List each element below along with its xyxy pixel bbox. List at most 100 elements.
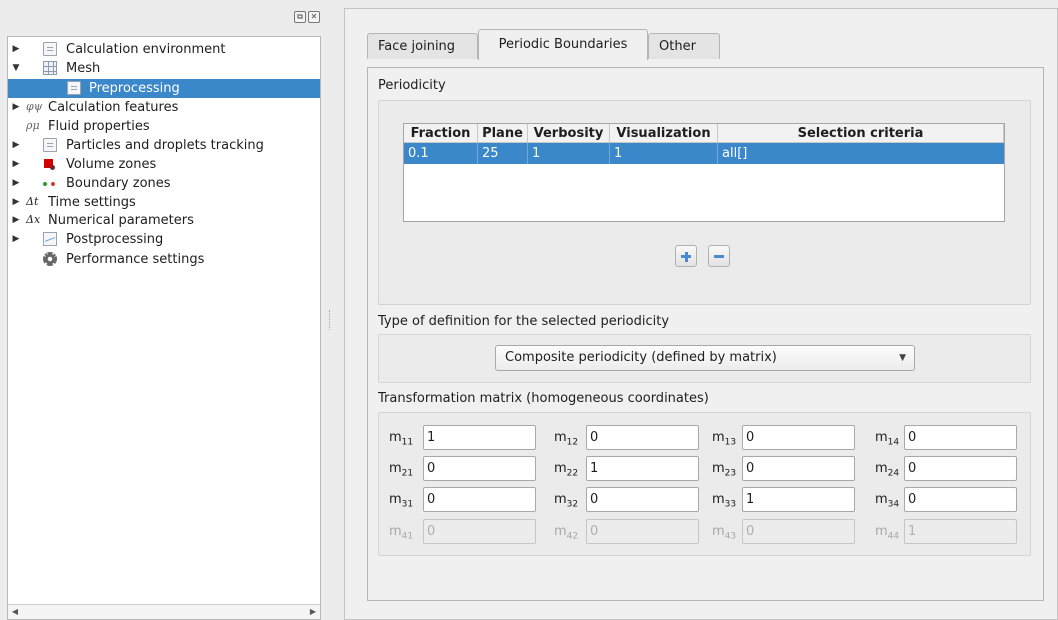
matrix-input-m33[interactable] <box>742 487 855 512</box>
expand-arrow-icon[interactable]: ▶ <box>11 155 21 174</box>
close-dock-button[interactable]: ✕ <box>308 11 320 23</box>
matrix-label-m31: m31 <box>389 492 414 510</box>
periodicity-type-select[interactable]: Composite periodicity (defined by matrix… <box>495 345 915 371</box>
tree-item-label: Boundary zones <box>66 176 171 191</box>
column-header-visualization[interactable]: Visualization <box>610 124 718 143</box>
matrix-label-m24: m24 <box>875 461 900 479</box>
tree-item-label: Fluid properties <box>48 119 150 134</box>
column-header-selection-criteria[interactable]: Selection criteria <box>718 124 1004 143</box>
periodicity-table[interactable]: Fraction Plane Verbosity Visualization S… <box>403 123 1005 222</box>
splitter-handle[interactable] <box>329 310 332 330</box>
expand-arrow-icon[interactable]: ▶ <box>11 174 21 193</box>
column-header-plane[interactable]: Plane <box>478 124 528 143</box>
collapse-arrow-icon[interactable]: ▼ <box>11 59 21 78</box>
matrix-label-m11: m11 <box>389 430 414 448</box>
periodicity-type-value: Composite periodicity (defined by matrix… <box>505 350 777 365</box>
tab-periodic-boundaries[interactable]: Periodic Boundaries <box>478 29 648 60</box>
column-header-fraction[interactable]: Fraction <box>404 124 478 143</box>
expand-arrow-icon[interactable]: ▶ <box>11 193 21 212</box>
tree-item-fluid-properties[interactable]: ρμ Fluid properties <box>8 117 320 136</box>
float-dock-button[interactable]: ⧉ <box>294 11 306 23</box>
matrix-label-m42: m42 <box>554 524 579 542</box>
scroll-right-icon[interactable]: ▶ <box>306 605 320 619</box>
add-periodicity-button[interactable] <box>675 245 697 267</box>
cell-selection-criteria[interactable]: all[] <box>718 143 1004 164</box>
delta-t-icon: Δt <box>26 195 39 208</box>
expand-arrow-icon[interactable]: ▶ <box>11 98 21 117</box>
document-icon <box>43 42 57 56</box>
column-header-verbosity[interactable]: Verbosity <box>528 124 610 143</box>
gear-icon <box>43 252 57 266</box>
matrix-input-m44 <box>904 519 1017 544</box>
matrix-input-m23[interactable] <box>742 456 855 481</box>
tree-item-time-settings[interactable]: ▶ Δt Time settings <box>8 193 320 212</box>
tab-other[interactable]: Other <box>648 33 720 59</box>
matrix-label-m21: m21 <box>389 461 414 479</box>
tree-item-label: Time settings <box>48 195 136 210</box>
matrix-input-m13[interactable] <box>742 425 855 450</box>
tree-item-calculation-environment[interactable]: ▶ Calculation environment <box>8 40 320 59</box>
document-icon <box>67 81 81 95</box>
tree-item-label: Volume zones <box>66 157 157 172</box>
delta-x-icon: Δx <box>26 213 41 226</box>
postprocessing-icon <box>43 232 57 246</box>
matrix-input-m14[interactable] <box>904 425 1017 450</box>
matrix-label-m33: m33 <box>712 492 737 510</box>
document-icon <box>43 138 57 152</box>
matrix-label-m12: m12 <box>554 430 579 448</box>
tree-item-calculation-features[interactable]: ▶ φψ Calculation features <box>8 98 320 117</box>
navigation-tree[interactable]: ▶ Calculation environment ▼ Mesh Preproc… <box>7 36 321 620</box>
tree-item-label: Performance settings <box>66 252 205 267</box>
horizontal-scrollbar[interactable]: ◀ ▶ <box>8 604 320 619</box>
tree-item-boundary-zones[interactable]: ▶ Boundary zones <box>8 174 320 193</box>
expand-arrow-icon[interactable]: ▶ <box>11 136 21 155</box>
matrix-input-m34[interactable] <box>904 487 1017 512</box>
scroll-left-icon[interactable]: ◀ <box>8 605 22 619</box>
matrix-label-m43: m43 <box>712 524 737 542</box>
tree-item-label: Calculation features <box>48 100 179 115</box>
matrix-input-m24[interactable] <box>904 456 1017 481</box>
tree-item-volume-zones[interactable]: ▶ Volume zones <box>8 155 320 174</box>
expand-arrow-icon[interactable]: ▶ <box>11 230 21 249</box>
tree-item-label: Mesh <box>66 61 101 76</box>
matrix-input-m12[interactable] <box>586 425 699 450</box>
cell-plane[interactable]: 25 <box>478 143 528 164</box>
tree-item-label: Numerical parameters <box>48 213 194 228</box>
boundary-zones-icon <box>43 177 57 191</box>
matrix-label-m44: m44 <box>875 524 900 542</box>
matrix-label-m34: m34 <box>875 492 900 510</box>
tree-item-label: Postprocessing <box>66 232 164 247</box>
tree-item-label: Preprocessing <box>89 81 180 96</box>
definition-type-label: Type of definition for the selected peri… <box>378 314 670 329</box>
volume-zones-icon <box>44 159 55 170</box>
chevron-down-icon: ▼ <box>899 353 906 363</box>
tree-item-performance-settings[interactable]: Performance settings <box>8 250 320 269</box>
cell-fraction[interactable]: 0.1 <box>404 143 478 164</box>
tree-item-particles-droplets[interactable]: ▶ Particles and droplets tracking <box>8 136 320 155</box>
phi-psi-icon: φψ <box>26 100 43 113</box>
matrix-input-m22[interactable] <box>586 456 699 481</box>
periodicity-title: Periodicity <box>378 78 446 93</box>
matrix-input-m32[interactable] <box>586 487 699 512</box>
dock-title-buttons: ⧉ ✕ <box>294 11 320 23</box>
matrix-input-m43 <box>742 519 855 544</box>
tree-item-mesh[interactable]: ▼ Mesh <box>8 59 320 78</box>
cell-visualization[interactable]: 1 <box>610 143 718 164</box>
remove-periodicity-button[interactable] <box>708 245 730 267</box>
expand-arrow-icon[interactable]: ▶ <box>11 40 21 59</box>
matrix-input-m31[interactable] <box>423 487 536 512</box>
expand-arrow-icon[interactable]: ▶ <box>11 211 21 230</box>
matrix-label-m41: m41 <box>389 524 414 542</box>
tree-item-preprocessing[interactable]: Preprocessing <box>8 79 320 98</box>
tab-face-joining[interactable]: Face joining <box>367 33 478 59</box>
mesh-grid-icon <box>43 61 57 75</box>
cell-verbosity[interactable]: 1 <box>528 143 610 164</box>
matrix-label-m22: m22 <box>554 461 579 479</box>
tree-item-numerical-parameters[interactable]: ▶ Δx Numerical parameters <box>8 211 320 230</box>
matrix-input-m21[interactable] <box>423 456 536 481</box>
matrix-label-m23: m23 <box>712 461 737 479</box>
tree-item-postprocessing[interactable]: ▶ Postprocessing <box>8 230 320 249</box>
tree-item-label: Particles and droplets tracking <box>66 138 264 153</box>
matrix-label-m32: m32 <box>554 492 579 510</box>
matrix-input-m11[interactable] <box>423 425 536 450</box>
